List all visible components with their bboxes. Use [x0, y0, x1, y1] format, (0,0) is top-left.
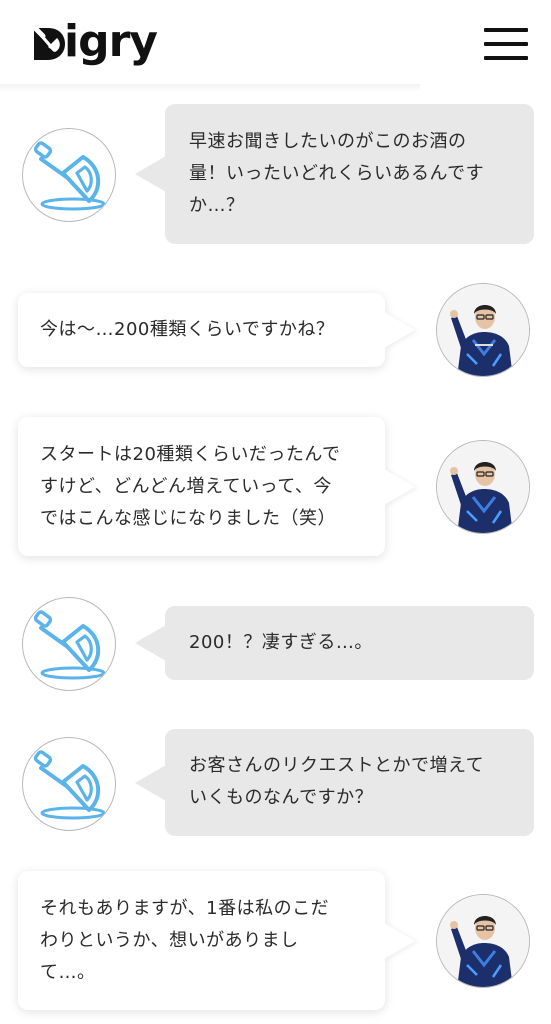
digry-logo[interactable]: igry [32, 14, 158, 70]
person-photo-icon [437, 441, 529, 533]
interviewer-avatar [22, 597, 116, 691]
interviewer-avatar [22, 128, 116, 222]
bubble-tail [135, 764, 166, 801]
chat-bubble-interviewer: 200！？凄すぎる…。 [135, 606, 534, 680]
bubble-tail [135, 156, 166, 192]
bubble-tail [384, 468, 415, 505]
owner-avatar [436, 440, 530, 534]
message-text: お客さんのリクエストとかで増えて いくものなんですか？ [189, 755, 485, 808]
shovel-logo-icon [33, 610, 106, 680]
shovel-logo-icon [33, 141, 106, 211]
message-text: 今は〜…200種類くらいですかね？ [40, 319, 335, 340]
header-divider [0, 84, 420, 92]
message-text: それもありますが、1番は私のこだ わりというか、想いがありまし て…。 [40, 898, 330, 983]
interviewer-avatar [22, 737, 116, 831]
chat-bubble-interviewer: お客さんのリクエストとかで増えて いくものなんですか？ [135, 729, 534, 836]
logo-wordmark: igry [64, 16, 158, 67]
site-header: igry [0, 0, 551, 92]
chat-bubble-interviewer: 早速お聞きしたいのがこのお酒の 量！いったいどれくらいあるんです か…？ [135, 104, 534, 244]
hamburger-menu-icon[interactable] [484, 26, 528, 62]
owner-avatar [436, 894, 530, 988]
chat-bubble-owner: それもありますが、1番は私のこだ わりというか、想いがありまし て…。 [18, 871, 415, 1010]
bubble-tail [135, 625, 166, 661]
shovel-d-logo-icon [32, 22, 66, 62]
message-text: スタートは20種類くらいだったんで すけど、どんどん増えていって、今 ではこんな… [40, 444, 341, 529]
chat-bubble-owner: 今は〜…200種類くらいですかね？ [18, 293, 415, 367]
chat-bubble-owner: スタートは20種類くらいだったんで すけど、どんどん増えていって、今 ではこんな… [18, 417, 415, 556]
bubble-tail [384, 922, 415, 959]
person-photo-icon [437, 895, 529, 987]
message-text: 早速お聞きしたいのがこのお酒の 量！いったいどれくらいあるんです か…？ [189, 131, 485, 216]
person-photo-icon [437, 284, 529, 376]
bubble-tail [384, 312, 415, 348]
message-text: 200！？凄すぎる…。 [189, 632, 373, 653]
shovel-logo-icon [33, 750, 106, 820]
owner-avatar [436, 283, 530, 377]
